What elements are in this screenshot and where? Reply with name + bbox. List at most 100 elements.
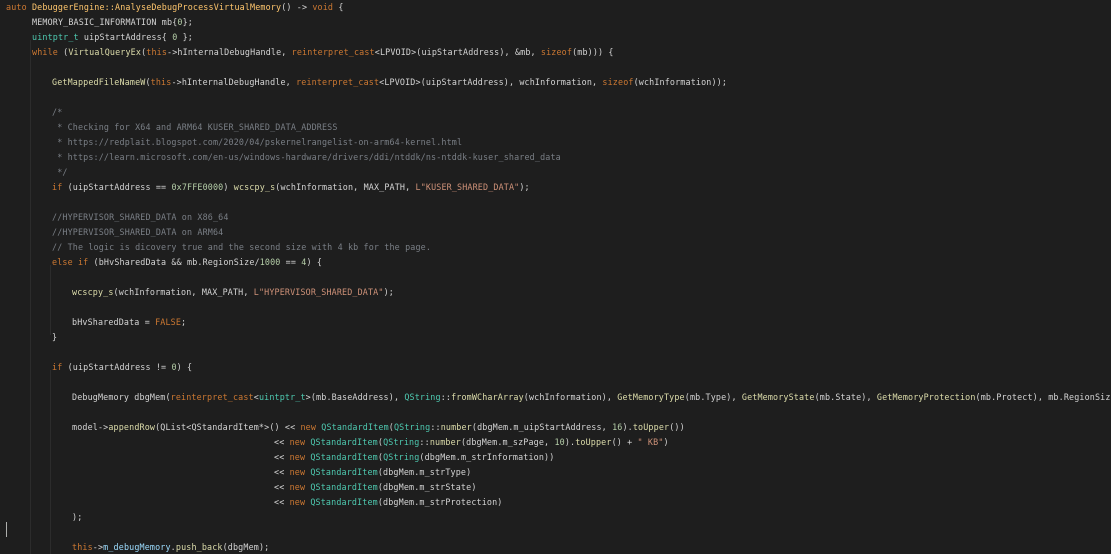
code-line: wcscpy_s(wchInformation, MAX_PATH, L"HYP… [72,285,394,299]
code-token: == [280,257,302,267]
code-token: number [429,437,461,447]
code-token: VirtualQueryEx [68,47,142,57]
code-token: uintptr_t [32,32,79,42]
code-token: * https://learn.microsoft.com/en-us/wind… [52,152,561,162]
code-token: bHvSharedData = [72,317,156,327]
code-line: * https://redplait.blogspot.com/2020/04/… [52,135,462,149]
code-token: ) { [306,257,323,267]
code-token: 16 [612,422,623,432]
code-token: DebuggerEngine::AnalyseDebugProcessVirtu… [31,2,282,12]
code-token: push_back [175,542,223,552]
code-line: << new QStandardItem(QString(dbgMem.m_st… [274,450,554,464]
code-token: ) [663,437,669,447]
code-token: QStandardItem [310,452,378,462]
code-token: " KB" [637,437,664,447]
code-token: GetMemoryProtection [876,392,976,402]
code-token: () -> [281,2,313,12]
code-token: auto [6,2,32,12]
code-token: wcscpy_s [233,182,276,192]
code-line: uintptr_t uipStartAddress{ 0 }; [32,30,193,44]
code-line: bHvSharedData = FALSE; [72,315,186,329]
code-token: ); [72,512,83,522]
code-token: fromWCharArray [451,392,524,402]
indent-guide [50,265,51,335]
code-token: ->hInternalDebugHandle, [171,77,297,87]
code-token: else if [52,257,89,267]
code-token: model-> [72,422,109,432]
code-line: // The logic is dicovery true and the se… [52,240,431,254]
code-line: //HYPERVISOR_SHARED_DATA on X86_64 [52,210,229,224]
code-token: } [52,332,58,342]
code-line: else if (bHvSharedData && mb.RegionSize/… [52,255,322,269]
code-token: new [289,482,306,492]
code-token: (dbgMem.m_szPage, [460,437,555,447]
code-token: ( [57,47,69,57]
code-token: ()) [669,422,685,432]
code-token: (wchInformation, MAX_PATH, [113,287,254,297]
code-token: (bHvSharedData && mb.RegionSize/ [88,257,260,267]
code-token: this [150,77,172,87]
code-line: model->appendRow(QList<QStandardItem*>()… [72,420,685,434]
indent-guide [50,370,51,554]
code-token: sizeof [540,47,573,57]
code-token: toUpper [575,437,612,447]
code-token: (mb.Protect), mb.RegionSize/ [975,392,1111,402]
code-token: :: [440,392,452,402]
code-token: */ [52,167,68,177]
code-token: ; [181,317,187,327]
code-token: () + [611,437,638,447]
code-token: 0x7FFE0000 [171,182,224,192]
code-token: L"HYPERVISOR_SHARED_DATA" [253,287,384,297]
code-token: GetMemoryType [617,392,685,402]
code-token: if [52,362,63,372]
code-token: void [312,2,334,12]
code-token: appendRow [108,422,156,432]
code-line: while (VirtualQueryEx(this->hInternalDeb… [32,45,614,59]
code-token: ) [223,182,234,192]
code-token: ->hInternalDebugHandle, [167,47,292,57]
code-token: DebugMemory dbgMem( [72,392,171,402]
code-line: * Checking for X64 and ARM64 KUSER_SHARE… [52,120,338,134]
code-line: this->m_debugMemory.push_back(dbgMem); [72,540,269,554]
code-token: >(mb.BaseAddress), [305,392,405,402]
code-editor[interactable]: auto DebuggerEngine::AnalyseDebugProcess… [0,0,1111,554]
code-line: } [52,330,57,344]
code-line: << new QStandardItem(dbgMem.m_strState) [274,480,477,494]
code-token: 10 [554,437,565,447]
code-token: 1000 [259,257,281,267]
code-token: new [289,497,306,507]
code-token: << [274,437,290,447]
code-token: (wchInformation), [523,392,618,402]
code-line: auto DebuggerEngine::AnalyseDebugProcess… [6,0,344,14]
code-line: << new QStandardItem(dbgMem.m_strType) [274,465,471,479]
code-token: }; [177,32,193,42]
code-token: sizeof [602,77,634,87]
code-token: uipStartAddress{ [78,32,173,42]
code-line: << new QStandardItem(QString::number(dbg… [274,435,669,449]
code-token: /* [52,107,63,117]
code-line: GetMappedFileNameW(this->hInternalDebugH… [52,75,727,89]
code-token: number [440,422,472,432]
code-token: //HYPERVISOR_SHARED_DATA on ARM64 [52,227,224,237]
code-token: ) { [176,362,193,372]
code-token: // The logic is dicovery true and the se… [52,242,432,252]
code-token: //HYPERVISOR_SHARED_DATA on X86_64 [52,212,229,222]
code-token: QStandardItem [321,422,389,432]
code-token: * Checking for X64 and ARM64 KUSER_SHARE… [52,122,338,132]
code-token: L"KUSER_SHARED_DATA" [415,182,520,192]
code-token: GetMappedFileNameW [52,77,146,87]
code-line: */ [52,165,68,179]
code-token: (uipStartAddress != [62,362,172,372]
code-token: new [289,437,306,447]
code-token: :: [430,422,441,432]
code-token: toUpper [632,422,670,432]
code-line: MEMORY_BASIC_INFORMATION mb{0}; [32,15,193,29]
code-token: * https://redplait.blogspot.com/2020/04/… [52,137,463,147]
code-token: (dbgMem.m_strState) [377,482,477,492]
code-token: reinterpret_cast [296,77,380,87]
code-token: (uipStartAddress == [62,182,172,192]
code-token: uintptr_t [258,392,306,402]
code-token: QStandardItem [310,497,378,507]
code-token: (mb))) { [572,47,614,57]
code-token: m_debugMemory [103,542,171,552]
